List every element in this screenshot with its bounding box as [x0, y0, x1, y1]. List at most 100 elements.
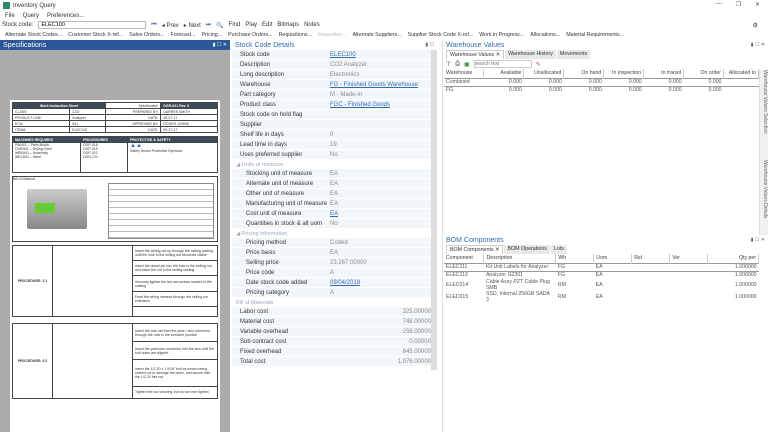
nav-link[interactable]: Purchase Orders... [228, 32, 272, 38]
panel-title: Stock Code Details [235, 41, 295, 49]
scrollbar[interactable] [431, 50, 437, 370]
field-label: Part category [240, 91, 276, 98]
nav-link[interactable]: Sales Orders... [129, 32, 164, 38]
column-header[interactable]: On order [683, 69, 724, 78]
column-header[interactable]: Unallocated [523, 69, 565, 78]
nav-link[interactable]: Pricing... [202, 32, 223, 38]
menu-preferences[interactable]: Preferences... [47, 13, 84, 19]
nav-link[interactable]: Material Requirements... [566, 32, 624, 38]
table-row[interactable]: FG 0.000 0.000 0.000 0.000 0.000 0.000 [444, 86, 759, 94]
table-row[interactable]: ELEC014 Cable Assy PZT Cable Plug SMB RM EA… [444, 279, 759, 291]
column-header[interactable]: On hand [563, 69, 605, 78]
detail-row: Stocking unit of measure EA [232, 169, 437, 179]
nav-link[interactable]: Forecast... [171, 32, 196, 38]
column-header[interactable]: Uom [593, 254, 633, 263]
settings-icon[interactable]: ⚙ [753, 22, 758, 29]
column-header[interactable]: In transit [643, 69, 685, 78]
bitmaps-button[interactable]: Bitmaps [277, 22, 299, 28]
column-header[interactable]: Warehouse [444, 69, 485, 78]
tab-movements[interactable]: Movements [556, 50, 591, 59]
panel-controls[interactable]: ▮ ☐ ✕ [213, 42, 227, 48]
menu-file[interactable]: File [5, 13, 15, 19]
doc-cell: Insert the yoke/arm connector into the a… [132, 341, 218, 361]
field-value: 325.00000 [402, 308, 431, 315]
minimize-button[interactable]: — [716, 1, 722, 8]
last-button[interactable]: ⏭ [206, 22, 211, 29]
doc-cell: DATE: [105, 126, 162, 133]
side-tab-details[interactable]: Warehouse Values Details [759, 160, 768, 235]
field-link[interactable]: 09/04/2018 [330, 280, 437, 286]
first-button[interactable]: ⏮ [151, 22, 156, 29]
eraser-icon[interactable]: ✎ [536, 61, 541, 68]
stock-code-input[interactable] [38, 21, 147, 29]
table-row[interactable]: ELEC113 Analyzer G2301 FG EA 1.000000 [444, 271, 759, 279]
table-row[interactable]: Combined 0.000 0.000 0.000 0.000 0.000 0.000 [444, 77, 759, 87]
column-header[interactable]: Wh [555, 254, 595, 263]
play-button[interactable]: Play [245, 22, 257, 28]
table-row[interactable]: ELEC111 Kit Unit Labels for Analyzer FG EA 1… [444, 262, 759, 272]
field-label: Alternate unit of measure [246, 180, 314, 187]
edit-button[interactable]: Edit [262, 22, 272, 28]
panel-controls[interactable]: ▮ ☐ ✕ [751, 42, 765, 48]
column-header[interactable]: Allocated to [723, 69, 760, 78]
tab-warehouse-values[interactable]: Warehouse Values ✕ [446, 50, 505, 59]
tab-bom-operations[interactable]: BOM Operations [504, 245, 550, 254]
field-link[interactable]: ELEC100 [330, 52, 437, 58]
table-cell: EA [593, 262, 632, 272]
field-value: A [330, 289, 335, 296]
group-units-of-measure[interactable]: ◢ Units of measure [232, 160, 437, 169]
group-pricing[interactable]: ◢ Pricing information [232, 229, 437, 238]
prev-button[interactable]: ◂ Prev [162, 22, 179, 29]
table-cell: 0.000 [483, 77, 524, 87]
notes-button[interactable]: Notes [304, 22, 320, 28]
nav-link[interactable]: Work in Progress... [479, 32, 524, 38]
table-cell: ELEC015 [446, 294, 469, 300]
bom-table: Component Description Wh Uom Rel Ver Qty per EL… [444, 254, 759, 303]
export-icon[interactable]: ▣ [464, 61, 470, 68]
menu-query[interactable]: Query [23, 13, 39, 19]
search-input[interactable] [473, 60, 532, 68]
column-header[interactable]: Rel [631, 254, 671, 263]
table-cell: 1.000000 [734, 294, 757, 300]
column-header[interactable]: Qty per [707, 254, 759, 263]
nav-link[interactable]: Supplier Stock Code X-ref... [408, 32, 474, 38]
field-label: Labor cost [240, 308, 269, 315]
title-bar: Inventory Query — ❐ ✕ [0, 0, 768, 11]
panel-controls[interactable]: ▮ ☐ ✕ [751, 237, 765, 243]
column-header[interactable]: Component [444, 254, 485, 263]
restore-button[interactable]: ❐ [736, 1, 741, 8]
table-cell: 0.000 [683, 77, 724, 87]
detail-row: Stock code on hold flag [232, 110, 437, 120]
column-header[interactable]: Description [483, 254, 557, 263]
nav-link[interactable]: Alternate Stock Codes... [5, 32, 62, 38]
find-button[interactable]: Find [229, 22, 241, 28]
nav-link[interactable]: Allocations... [530, 32, 560, 38]
detail-row: Pricing category A [232, 288, 437, 298]
detail-row: Part category M - Made-in [232, 90, 437, 100]
field-label: Date stock code added [246, 279, 308, 286]
column-header[interactable]: Ver [669, 254, 709, 263]
nav-link[interactable]: Alternate Suppliers... [352, 32, 401, 38]
nav-link[interactable]: Inspection... [318, 32, 347, 38]
column-header[interactable]: In inspection [603, 69, 645, 78]
doc-cell: 09-27-17 [160, 126, 218, 133]
panel-controls[interactable]: ▮ ☐ [425, 42, 434, 48]
next-button[interactable]: ▸ Next [184, 22, 201, 29]
search-icon[interactable]: 🔍 [216, 22, 223, 29]
field-link[interactable]: EA [330, 211, 437, 217]
field-label: Pricing method [246, 239, 287, 246]
column-header[interactable]: Available [483, 69, 525, 78]
field-link[interactable]: FG - Finished Goods Warehouse [330, 82, 437, 88]
side-tab-selection[interactable]: Warehouse Values Selection [759, 70, 768, 160]
close-button[interactable]: ✕ [755, 1, 760, 8]
nav-link[interactable]: Requisitions... [279, 32, 312, 38]
tab-lots[interactable]: Lots [550, 245, 567, 254]
tab-bom-components[interactable]: BOM Components ✕ [446, 245, 504, 254]
print-icon[interactable]: ⎙ [455, 61, 460, 68]
field-link[interactable]: FGC - Finished Goods [330, 102, 437, 108]
filter-icon[interactable]: ⊤ [446, 61, 451, 68]
tab-warehouse-history[interactable]: Warehouse History [505, 50, 556, 59]
table-cell: EA [595, 272, 603, 279]
table-row[interactable]: ELEC015 SSD, Internal 256GB SADA 3 RM EA 1.0… [444, 291, 759, 303]
nav-link[interactable]: Customer Stock X-ref... [68, 32, 123, 38]
